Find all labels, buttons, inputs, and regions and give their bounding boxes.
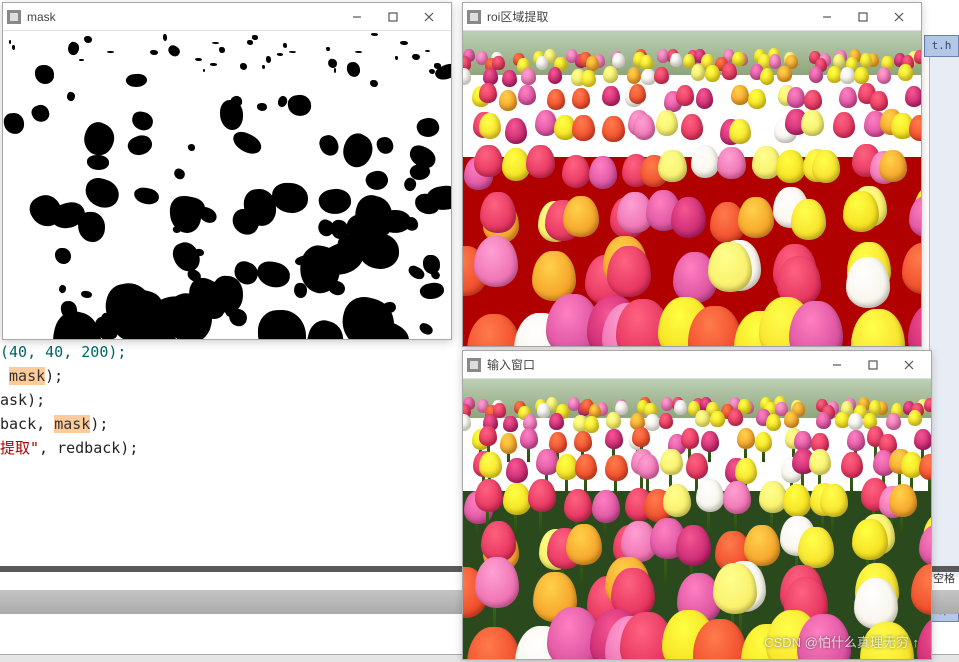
code-highlight: mask [54,415,90,433]
code-text: ask); [0,391,45,409]
roi-image [463,31,921,346]
minimize-button[interactable] [819,353,855,377]
code-text: back, [0,415,54,433]
code-text: , redback); [39,439,138,457]
code-editor[interactable]: (40, 40, 200); mask); ask); back, mask);… [0,340,460,460]
window-title: mask [27,10,339,24]
window-mask[interactable]: mask [2,2,452,340]
input-image: CSDN @怕什么真理无穷 ↑ [463,379,931,659]
window-title: 输入窗口 [487,356,819,373]
close-button[interactable] [891,353,927,377]
maximize-button[interactable] [845,5,881,29]
code-text: ); [45,367,63,385]
maximize-button[interactable] [375,5,411,29]
minimize-button[interactable] [339,5,375,29]
close-button[interactable] [411,5,447,29]
mask-image [3,31,451,339]
maximize-button[interactable] [855,353,891,377]
titlebar[interactable]: 输入窗口 [463,351,931,379]
app-icon [7,10,21,24]
titlebar[interactable]: roi区域提取 [463,3,921,31]
code-text: (40, 40, 200); [0,343,126,361]
titlebar[interactable]: mask [3,3,451,31]
code-highlight: mask [9,367,45,385]
file-tab[interactable]: t.h [924,35,959,57]
code-string: 提取" [0,439,39,457]
app-icon [467,358,481,372]
app-icon [467,10,481,24]
minimize-button[interactable] [809,5,845,29]
solution-explorer-panel[interactable] [929,57,959,577]
window-title: roi区域提取 [487,8,809,25]
window-input[interactable]: 输入窗口 CSDN @怕什么真理无穷 ↑ [462,350,932,660]
window-roi[interactable]: roi区域提取 [462,2,922,347]
code-text: ); [90,415,108,433]
code-text [0,367,9,385]
status-indent-label: 空格 [929,570,959,586]
close-button[interactable] [881,5,917,29]
